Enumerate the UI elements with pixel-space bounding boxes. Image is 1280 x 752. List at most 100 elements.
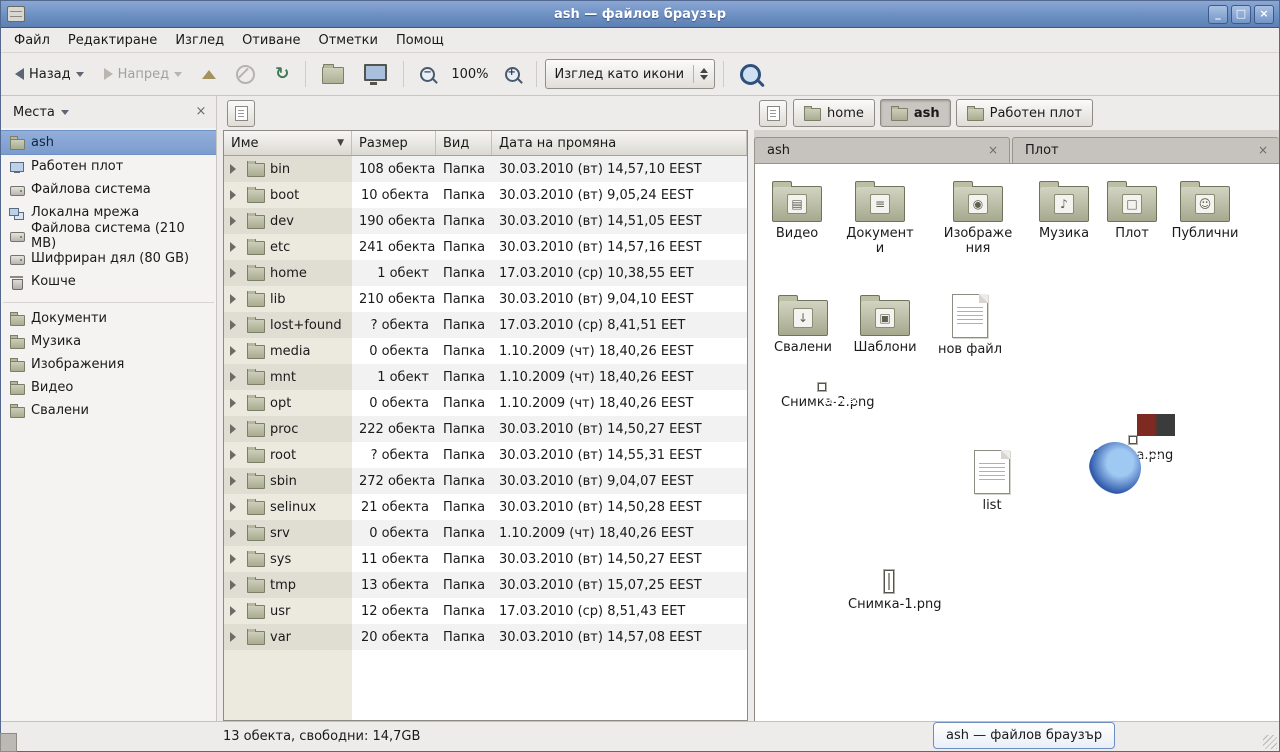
resize-grip[interactable]: [1263, 735, 1277, 749]
table-row[interactable]: tmp 13 обекта Папка 30.03.2010 (вт) 15,0…: [224, 572, 747, 598]
table-row[interactable]: dev 190 обекта Папка 30.03.2010 (вт) 14,…: [224, 208, 747, 234]
expander-icon[interactable]: [230, 476, 242, 486]
table-row[interactable]: opt 0 обекта Папка 1.10.2009 (чт) 18,40,…: [224, 390, 747, 416]
table-row[interactable]: lib 210 обекта Папка 30.03.2010 (вт) 9,0…: [224, 286, 747, 312]
places-item[interactable]: Музика: [1, 330, 216, 353]
expander-icon[interactable]: [230, 372, 242, 382]
file-icon: GNOME Store: [1129, 436, 1137, 444]
table-row[interactable]: var 20 обекта Папка 30.03.2010 (вт) 14,5…: [224, 624, 747, 650]
desktop-icon[interactable]: GNOME Store Снимка.png: [1077, 436, 1189, 463]
expander-icon[interactable]: [230, 346, 242, 356]
column-header-size[interactable]: Размер: [352, 131, 436, 155]
places-item[interactable]: Изображения: [1, 353, 216, 376]
table-row[interactable]: etc 241 обекта Папка 30.03.2010 (вт) 14,…: [224, 234, 747, 260]
reload-button[interactable]: ↻: [267, 57, 297, 91]
view-mode-combo[interactable]: Изглед като икони: [545, 59, 716, 89]
table-row[interactable]: media 0 обекта Папка 1.10.2009 (чт) 18,4…: [224, 338, 747, 364]
expander-icon[interactable]: [230, 190, 242, 200]
desktop-icon[interactable]: нов файл: [928, 294, 1012, 357]
expander-icon[interactable]: [230, 502, 242, 512]
tab-close-icon[interactable]: ×: [1255, 143, 1271, 159]
expander-icon[interactable]: [230, 320, 242, 330]
menu-item[interactable]: Файл: [5, 31, 59, 50]
home-button[interactable]: [314, 57, 352, 91]
desktop-icon[interactable]: ▤ Видео: [755, 178, 839, 241]
places-item[interactable]: [3, 293, 214, 303]
places-item[interactable]: Видео: [1, 376, 216, 399]
stop-button[interactable]: [228, 57, 263, 91]
back-button[interactable]: Назад: [7, 57, 92, 91]
desktop-icon[interactable]: ▣ Шаблони: [843, 292, 927, 355]
expander-icon[interactable]: [230, 528, 242, 538]
tab-desktop[interactable]: Плот ×: [1012, 137, 1279, 163]
titlebar[interactable]: ash — файлов браузър _ □ ×: [1, 1, 1279, 28]
expander-icon[interactable]: [230, 450, 242, 460]
places-item[interactable]: Файлова система (210 MB): [1, 224, 216, 247]
menu-item[interactable]: Отметки: [309, 31, 386, 50]
pathbar-button[interactable]: ash: [880, 99, 951, 127]
places-item[interactable]: Шифриран дял (80 GB): [1, 247, 216, 270]
location-toggle-button[interactable]: [759, 100, 787, 127]
table-row[interactable]: boot 10 обекта Папка 30.03.2010 (вт) 9,0…: [224, 182, 747, 208]
places-item[interactable]: Работен плот: [1, 155, 216, 178]
expander-icon[interactable]: [230, 632, 242, 642]
menu-item[interactable]: Изглед: [166, 31, 233, 50]
table-row[interactable]: proc 222 обекта Папка 30.03.2010 (вт) 14…: [224, 416, 747, 442]
expander-icon[interactable]: [230, 398, 242, 408]
desktop-icon[interactable]: ↓ Свалени: [761, 292, 845, 355]
desktop-icon[interactable]: □ Плот: [1090, 178, 1174, 241]
tab-ash[interactable]: ash ×: [754, 137, 1010, 163]
places-item[interactable]: Кошче: [1, 270, 216, 293]
zoom-out-button[interactable]: −: [412, 57, 443, 91]
pathbar-button[interactable]: Работен плот: [956, 99, 1093, 127]
search-button[interactable]: [732, 57, 769, 91]
menu-item[interactable]: Редактиране: [59, 31, 166, 50]
places-close-button[interactable]: ×: [192, 103, 210, 121]
expander-icon[interactable]: [230, 424, 242, 434]
desktop-icon[interactable]: ◉ Изображения: [936, 178, 1020, 256]
table-row[interactable]: selinux 21 обекта Папка 30.03.2010 (вт) …: [224, 494, 747, 520]
zoom-in-button[interactable]: +: [497, 57, 528, 91]
pathbar-button[interactable]: home: [793, 99, 875, 127]
table-row[interactable]: home 1 обект Папка 17.03.2010 (ср) 10,38…: [224, 260, 747, 286]
expander-icon[interactable]: [230, 164, 242, 174]
desktop-icon[interactable]: GUADEC Снимка-2.png: [766, 383, 878, 410]
tab-close-icon[interactable]: ×: [985, 143, 1001, 159]
desktop-icon[interactable]: Снимка-1.png: [833, 570, 945, 612]
location-toggle-button[interactable]: [227, 100, 255, 127]
expander-icon[interactable]: [230, 580, 242, 590]
table-row[interactable]: sbin 272 обекта Папка 30.03.2010 (вт) 9,…: [224, 468, 747, 494]
table-row[interactable]: root ? обекта Папка 30.03.2010 (вт) 14,5…: [224, 442, 747, 468]
column-header-date[interactable]: Дата на промяна: [492, 131, 747, 155]
places-item[interactable]: Документи: [1, 307, 216, 330]
table-row[interactable]: mnt 1 обект Папка 1.10.2009 (чт) 18,40,2…: [224, 364, 747, 390]
places-selector[interactable]: Места: [7, 102, 75, 123]
menu-item[interactable]: Отиване: [233, 31, 309, 50]
up-button[interactable]: [194, 57, 224, 91]
table-row[interactable]: lost+found ? обекта Папка 17.03.2010 (ср…: [224, 312, 747, 338]
table-row[interactable]: bin 108 обекта Папка 30.03.2010 (вт) 14,…: [224, 156, 747, 182]
places-item[interactable]: Файлова система: [1, 178, 216, 201]
desktop-icon[interactable]: ☺ Публични: [1163, 178, 1247, 241]
expander-icon[interactable]: [230, 554, 242, 564]
icon-view-canvas[interactable]: ▤ Видео ≡ Документи: [754, 164, 1279, 721]
row-name-cell: var: [224, 629, 352, 645]
expander-icon[interactable]: [230, 606, 242, 616]
expander-icon[interactable]: [230, 294, 242, 304]
table-row[interactable]: usr 12 обекта Папка 17.03.2010 (ср) 8,51…: [224, 598, 747, 624]
expander-icon[interactable]: [230, 216, 242, 226]
places-item[interactable]: Свалени: [1, 399, 216, 422]
column-header-type[interactable]: Вид: [436, 131, 492, 155]
expander-icon[interactable]: [230, 268, 242, 278]
table-row[interactable]: sys 11 обекта Папка 30.03.2010 (вт) 14,5…: [224, 546, 747, 572]
column-header-name[interactable]: Име ▼: [224, 131, 352, 155]
desktop-icon[interactable]: ≡ Документи: [838, 178, 922, 256]
computer-button[interactable]: [356, 57, 395, 91]
forward-button[interactable]: Напред: [96, 57, 190, 91]
places-item[interactable]: ash: [1, 130, 216, 155]
tasklist-window-button[interactable]: ash — файлов браузър: [933, 722, 1115, 749]
table-row[interactable]: srv 0 обекта Папка 1.10.2009 (чт) 18,40,…: [224, 520, 747, 546]
desktop-icon[interactable]: list: [950, 450, 1034, 513]
menu-item[interactable]: Помощ: [387, 31, 453, 50]
expander-icon[interactable]: [230, 242, 242, 252]
